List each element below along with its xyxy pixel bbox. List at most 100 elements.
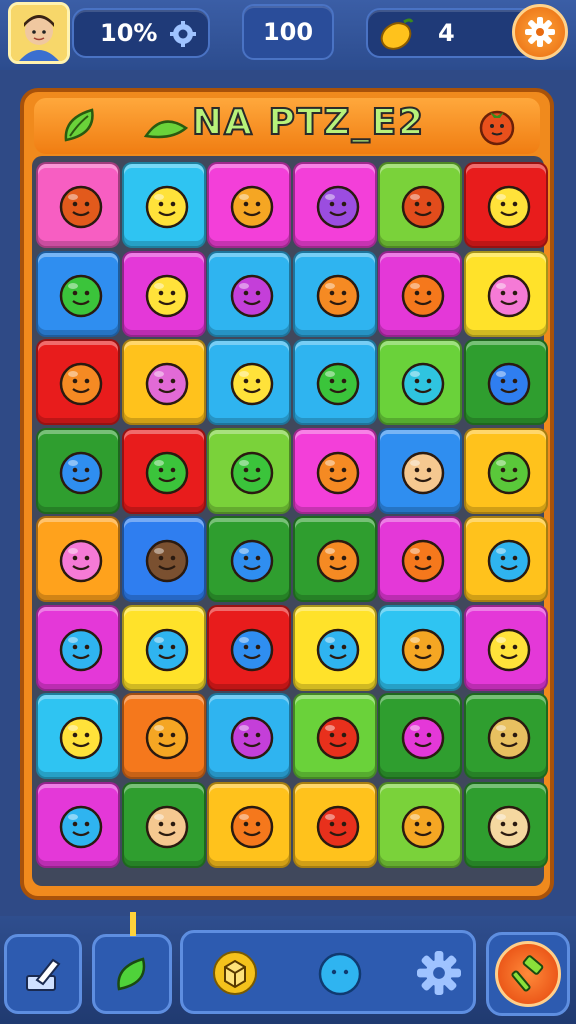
- smiley-face-icon: [145, 805, 188, 848]
- board-tile[interactable]: [207, 516, 292, 602]
- board-tile[interactable]: [207, 162, 292, 248]
- cube-icon[interactable]: [211, 949, 259, 997]
- board-tile[interactable]: [121, 427, 206, 514]
- smiley-face-icon: [487, 274, 531, 317]
- board-tile[interactable]: [292, 427, 377, 514]
- board-tile[interactable]: [36, 516, 120, 602]
- board-tile[interactable]: [121, 693, 206, 779]
- tomato-icon: [479, 110, 515, 146]
- board-tile[interactable]: [464, 516, 548, 602]
- board-tile[interactable]: [36, 427, 120, 514]
- board-tile[interactable]: [292, 693, 377, 779]
- pencil-icon: [26, 958, 61, 991]
- smiley-face-icon: [59, 185, 103, 229]
- blob-icon[interactable]: [317, 951, 363, 997]
- board-tile[interactable]: [36, 604, 120, 691]
- board-tile[interactable]: [121, 162, 206, 248]
- smiley-face-icon: [402, 805, 445, 848]
- settings-button[interactable]: [512, 4, 568, 60]
- board-tile[interactable]: [378, 693, 463, 779]
- hammer-button[interactable]: [486, 932, 570, 1016]
- hammer-circle: [495, 941, 561, 1007]
- smiley-face-icon: [230, 274, 274, 317]
- board-tile[interactable]: [36, 339, 120, 425]
- smiley-face-icon: [145, 274, 188, 317]
- smiley-face-icon: [402, 451, 445, 494]
- board-tile[interactable]: [464, 162, 548, 248]
- board-tile[interactable]: [121, 604, 206, 691]
- leaf-booster-button[interactable]: [92, 934, 172, 1014]
- gear-icon[interactable]: [417, 951, 461, 995]
- board-tile[interactable]: [464, 427, 548, 514]
- cog-icon: [170, 21, 196, 47]
- smiley-face-icon: [316, 628, 360, 671]
- smiley-face-icon: [316, 362, 360, 406]
- board-tile[interactable]: [207, 250, 292, 337]
- score-value: 100: [262, 18, 314, 46]
- edit-button[interactable]: [4, 934, 82, 1014]
- smiley-face-icon: [487, 716, 531, 760]
- smiley-face-icon: [316, 716, 360, 760]
- smiley-face-icon: [230, 185, 274, 229]
- smiley-face-icon: [230, 362, 274, 406]
- board-tile[interactable]: [464, 250, 548, 337]
- board-tile[interactable]: [36, 781, 120, 868]
- smiley-face-icon: [145, 716, 188, 760]
- board-tile[interactable]: [207, 781, 292, 868]
- smiley-face-icon: [59, 274, 103, 317]
- board-tile[interactable]: [378, 250, 463, 337]
- smiley-face-icon: [59, 362, 103, 406]
- board-tile[interactable]: [378, 162, 463, 248]
- smiley-face-icon: [487, 628, 531, 671]
- board-tile[interactable]: [292, 250, 377, 337]
- smiley-face-icon: [230, 716, 274, 760]
- smiley-face-icon: [402, 362, 445, 406]
- player-avatar[interactable]: [8, 2, 70, 64]
- board-tile[interactable]: [121, 781, 206, 868]
- board-tile[interactable]: [292, 162, 377, 248]
- leaf-icon: [64, 108, 94, 142]
- board-tile[interactable]: [121, 250, 206, 337]
- score-pill: 100: [242, 4, 334, 60]
- board-tile[interactable]: [207, 693, 292, 779]
- smiley-face-icon: [487, 185, 531, 229]
- smiley-face-icon: [59, 805, 103, 848]
- smiley-face-icon: [145, 539, 188, 583]
- smiley-face-icon: [402, 539, 445, 583]
- smiley-face-icon: [487, 805, 531, 848]
- smiley-face-icon: [230, 805, 274, 848]
- board-tile[interactable]: [378, 427, 463, 514]
- smiley-face-icon: [316, 539, 360, 583]
- board-tile[interactable]: [292, 516, 377, 602]
- smiley-face-icon: [316, 805, 360, 848]
- lemon-icon: [380, 18, 414, 50]
- progress-percent: 10%: [100, 19, 158, 47]
- board-tile[interactable]: [121, 339, 206, 425]
- board-tile[interactable]: [378, 604, 463, 691]
- board-tile[interactable]: [292, 339, 377, 425]
- board-tile[interactable]: [464, 781, 548, 868]
- smiley-face-icon: [145, 362, 188, 406]
- leaf-icon: [117, 957, 146, 991]
- board-tile[interactable]: [207, 604, 292, 691]
- board-tile[interactable]: [36, 250, 120, 337]
- board-tile[interactable]: [36, 693, 120, 779]
- board-tile[interactable]: [464, 339, 548, 425]
- board-tile[interactable]: [292, 781, 377, 868]
- vine-icon: [143, 120, 189, 139]
- board-tile[interactable]: [378, 781, 463, 868]
- smiley-face-icon: [230, 628, 274, 671]
- smiley-face-icon: [487, 362, 531, 406]
- board-tile[interactable]: [36, 162, 120, 248]
- board-tile[interactable]: [464, 693, 548, 779]
- board-tile[interactable]: [464, 604, 548, 691]
- board-tile[interactable]: [378, 339, 463, 425]
- avatar-portrait-icon: [11, 5, 67, 61]
- smiley-face-icon: [316, 274, 360, 317]
- board-tile[interactable]: [121, 516, 206, 602]
- board-tile[interactable]: [207, 339, 292, 425]
- board-tile[interactable]: [292, 604, 377, 691]
- board-tile[interactable]: [378, 516, 463, 602]
- board-tile[interactable]: [207, 427, 292, 514]
- progress-pill: 10%: [72, 8, 210, 58]
